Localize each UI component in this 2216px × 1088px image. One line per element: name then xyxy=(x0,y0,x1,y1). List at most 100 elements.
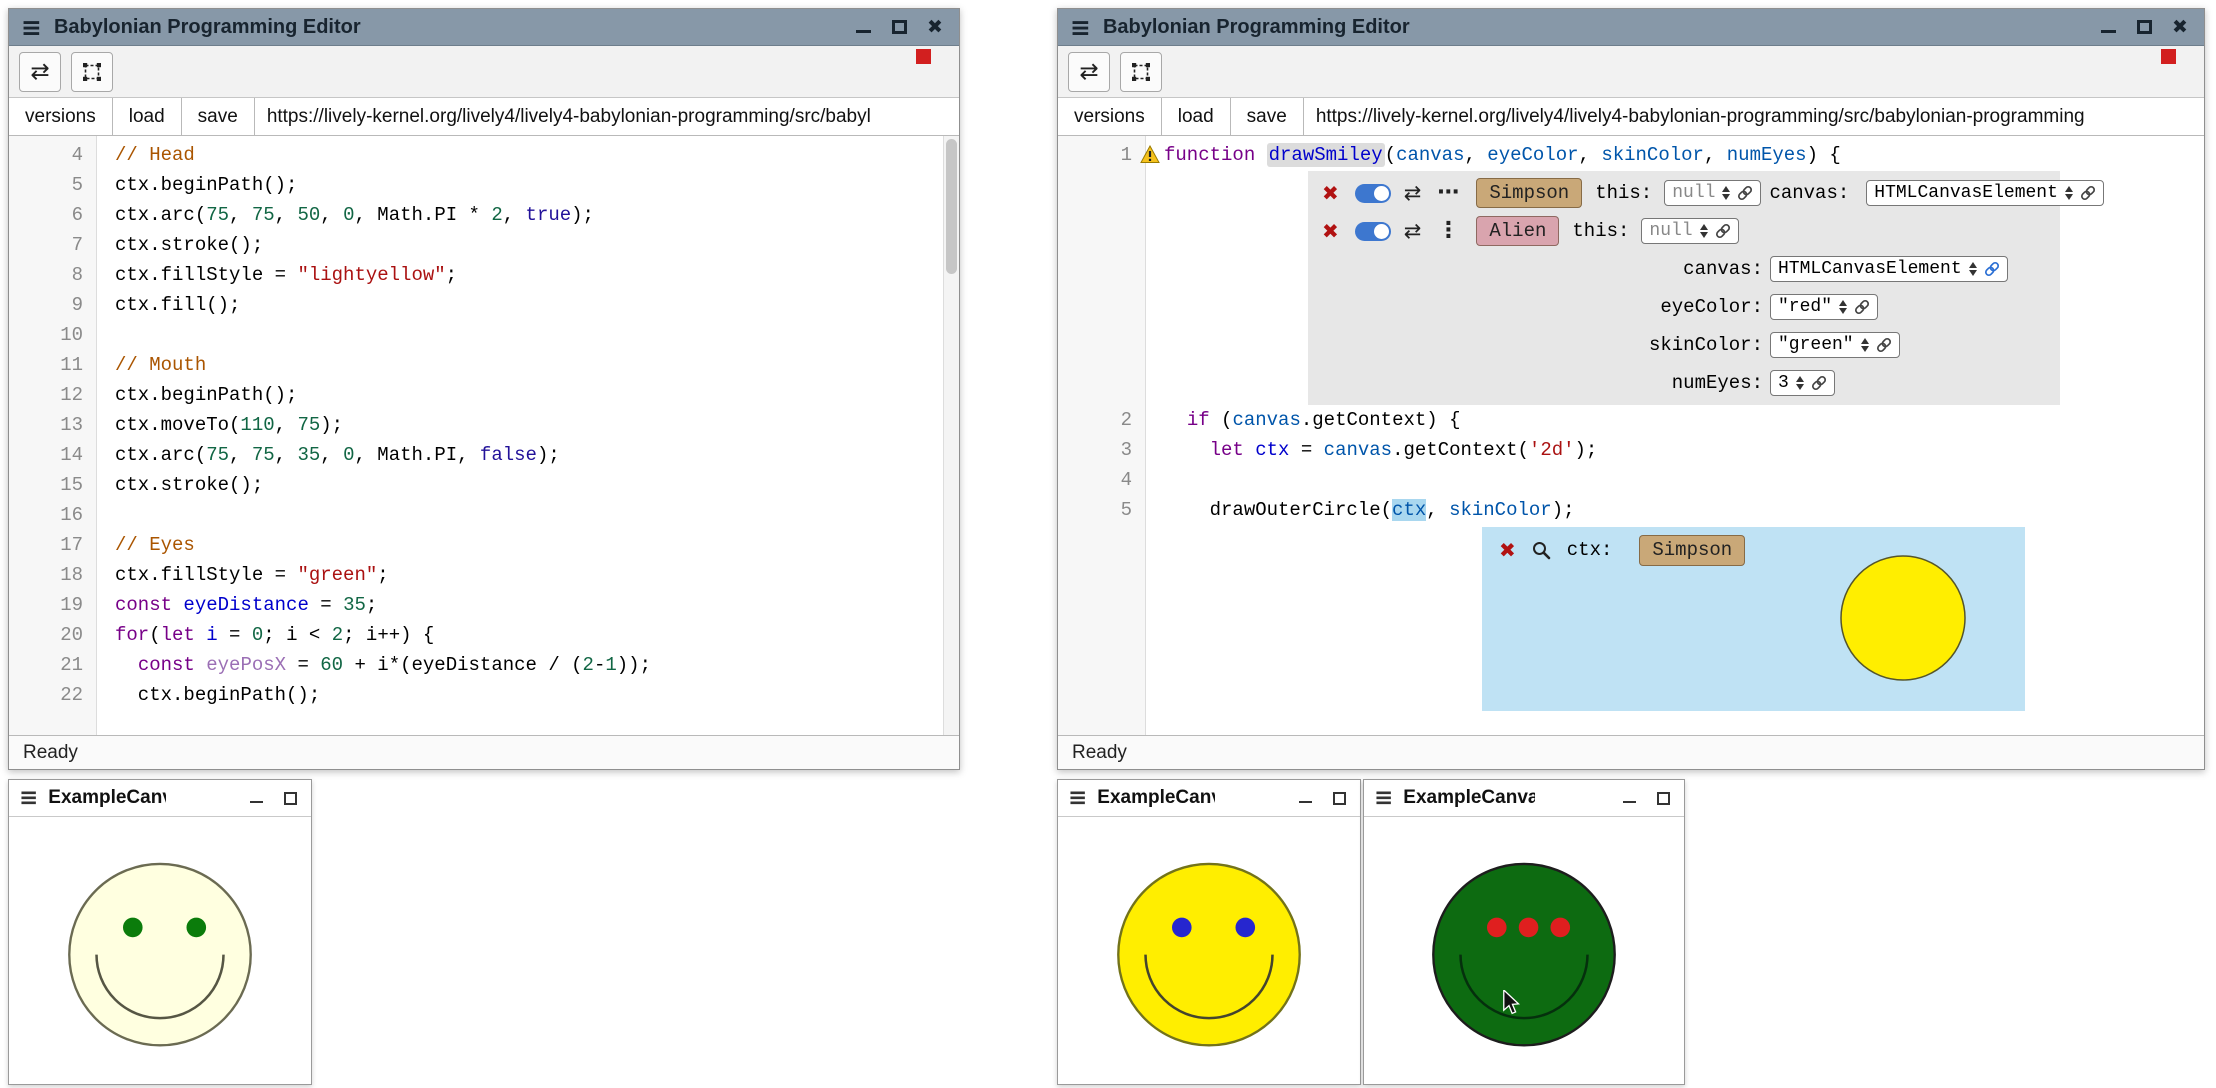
code-text[interactable] xyxy=(1146,465,1164,495)
code-text[interactable]: ctx.arc(75, 75, 50, 0, Math.PI * 2, true… xyxy=(97,200,594,230)
code-block[interactable]: 2 if (canvas.getContext) {3 let ctx = ca… xyxy=(1058,405,2204,525)
line-number[interactable]: 8 xyxy=(9,260,97,290)
url-input[interactable]: https://lively-kernel.org/lively4/lively… xyxy=(1304,98,2204,135)
line-number[interactable]: 13 xyxy=(9,410,97,440)
remove-probe-icon[interactable]: ✖ xyxy=(1499,540,1516,560)
canvas-area[interactable] xyxy=(9,817,311,1084)
code-text[interactable]: ctx.fillStyle = "green"; xyxy=(97,560,389,590)
url-input[interactable]: https://lively-kernel.org/lively4/lively… xyxy=(255,98,959,135)
code-editor[interactable]: 4// Head5ctx.beginPath();6ctx.arc(75, 75… xyxy=(9,136,959,735)
code-line[interactable]: 5 drawOuterCircle(ctx, skinColor); xyxy=(1058,495,2204,525)
link-icon[interactable] xyxy=(1876,337,1892,353)
maximize-button[interactable] xyxy=(887,15,911,39)
save-button[interactable]: save xyxy=(182,98,255,135)
toggle-probes-button[interactable]: ⇄ xyxy=(1068,52,1110,92)
code-text[interactable] xyxy=(97,500,115,530)
versions-button[interactable]: versions xyxy=(1058,98,1162,135)
example-badge-simpson[interactable]: Simpson xyxy=(1476,178,1582,209)
code-line[interactable]: 16 xyxy=(9,500,959,530)
line-number[interactable]: 11 xyxy=(9,350,97,380)
example-badge-alien[interactable]: Alien xyxy=(1476,216,1559,247)
window-menu-icon[interactable]: ≡ xyxy=(21,15,42,40)
param-value-box[interactable]: HTMLCanvasElement xyxy=(1770,256,2008,282)
stepper-icon[interactable] xyxy=(1700,224,1708,238)
code-line[interactable]: 20for(let i = 0; i < 2; i++) { xyxy=(9,620,959,650)
code-line[interactable]: 9ctx.fill(); xyxy=(9,290,959,320)
link-icon[interactable] xyxy=(1811,375,1827,391)
swap-example-icon[interactable]: ⇄ xyxy=(1404,183,1422,204)
code-text[interactable]: ctx.moveTo(110, 75); xyxy=(97,410,343,440)
stepper-icon[interactable] xyxy=(1969,262,1977,276)
link-icon[interactable] xyxy=(1715,223,1731,239)
line-number[interactable]: 16 xyxy=(9,500,97,530)
more-options-icon[interactable]: ⋮ xyxy=(1437,220,1459,242)
line-number[interactable]: 18 xyxy=(9,560,97,590)
code-text[interactable]: ctx.stroke(); xyxy=(97,470,263,500)
close-button[interactable]: ✖ xyxy=(923,15,947,39)
link-icon[interactable] xyxy=(2080,185,2096,201)
warning-icon[interactable] xyxy=(1140,145,1160,164)
code-area[interactable]: 4// Head5ctx.beginPath();6ctx.arc(75, 75… xyxy=(9,136,959,735)
magnifier-icon[interactable] xyxy=(1531,540,1551,560)
window-titlebar[interactable]: ≡ Babylonian Programming Editor ✖ xyxy=(1058,9,2204,46)
code-line[interactable]: 22 ctx.beginPath(); xyxy=(9,680,959,710)
canvas-titlebar[interactable]: ≡ ExampleCanvas xyxy=(1058,780,1360,817)
line-number[interactable]: 20 xyxy=(9,620,97,650)
code-text[interactable]: ctx.arc(75, 75, 35, 0, Math.PI, false); xyxy=(97,440,560,470)
code-text[interactable]: ctx.fillStyle = "lightyellow"; xyxy=(97,260,457,290)
param-value-box-canvas[interactable]: HTMLCanvasElement xyxy=(1866,180,2104,206)
line-number[interactable]: 14 xyxy=(9,440,97,470)
code-line[interactable]: 5ctx.beginPath(); xyxy=(9,170,959,200)
code-text[interactable]: function drawSmiley(canvas, eyeColor, sk… xyxy=(1146,140,1841,170)
minimize-button[interactable] xyxy=(2096,15,2120,39)
line-number[interactable]: 7 xyxy=(9,230,97,260)
line-number[interactable]: 10 xyxy=(9,320,97,350)
remove-example-icon[interactable]: ✖ xyxy=(1322,183,1339,203)
code-block[interactable]: 1function drawSmiley(canvas, eyeColor, s… xyxy=(1058,140,2204,170)
select-region-button[interactable] xyxy=(71,52,113,92)
code-text[interactable]: drawOuterCircle(ctx, skinColor); xyxy=(1146,495,1575,525)
stepper-icon[interactable] xyxy=(1861,338,1869,352)
line-number[interactable]: 3 xyxy=(1058,435,1146,465)
code-text[interactable]: ctx.stroke(); xyxy=(97,230,263,260)
scrollbar-thumb[interactable] xyxy=(946,139,957,274)
link-icon[interactable] xyxy=(1854,299,1870,315)
line-number[interactable]: 17 xyxy=(9,530,97,560)
example-badge-simpson[interactable]: Simpson xyxy=(1639,535,1745,566)
window-menu-icon[interactable]: ≡ xyxy=(1070,15,1091,40)
code-line[interactable]: 19const eyeDistance = 35; xyxy=(9,590,959,620)
code-line[interactable]: 14ctx.arc(75, 75, 35, 0, Math.PI, false)… xyxy=(9,440,959,470)
example-enabled-toggle[interactable] xyxy=(1355,184,1391,203)
canvas-titlebar[interactable]: ≡ ExampleCanvas xyxy=(1364,780,1684,817)
param-value-box-this[interactable]: null xyxy=(1664,180,1761,206)
line-number[interactable]: 1 xyxy=(1058,140,1146,170)
toggle-probes-button[interactable]: ⇄ xyxy=(19,52,61,92)
select-region-button[interactable] xyxy=(1120,52,1162,92)
code-line[interactable]: 13ctx.moveTo(110, 75); xyxy=(9,410,959,440)
code-text[interactable]: ctx.beginPath(); xyxy=(97,680,320,710)
swap-example-icon[interactable]: ⇄ xyxy=(1404,221,1422,242)
line-number[interactable]: 19 xyxy=(9,590,97,620)
code-text[interactable]: const eyeDistance = 35; xyxy=(97,590,377,620)
line-number[interactable]: 4 xyxy=(9,140,97,170)
code-line[interactable]: 1function drawSmiley(canvas, eyeColor, s… xyxy=(1058,140,2204,170)
more-options-icon[interactable]: ⋯ xyxy=(1437,182,1459,204)
maximize-button[interactable] xyxy=(1328,787,1350,809)
code-text[interactable]: // Head xyxy=(97,140,195,170)
code-line[interactable]: 3 let ctx = canvas.getContext('2d'); xyxy=(1058,435,2204,465)
canvas-area[interactable] xyxy=(1364,817,1684,1084)
canvas-titlebar[interactable]: ≡ ExampleCanvas xyxy=(9,780,311,817)
line-number[interactable]: 15 xyxy=(9,470,97,500)
code-text[interactable]: if (canvas.getContext) { xyxy=(1146,405,1461,435)
code-line[interactable]: 12ctx.beginPath(); xyxy=(9,380,959,410)
vertical-scrollbar[interactable] xyxy=(943,136,959,735)
line-number[interactable]: 4 xyxy=(1058,465,1146,495)
link-icon-active[interactable] xyxy=(1984,261,2000,277)
code-text[interactable]: ctx.beginPath(); xyxy=(97,170,297,200)
link-icon[interactable] xyxy=(1737,185,1753,201)
code-line[interactable]: 21 const eyePosX = 60 + i*(eyeDistance /… xyxy=(9,650,959,680)
param-value-box[interactable]: 3 xyxy=(1770,370,1835,396)
code-text[interactable]: for(let i = 0; i < 2; i++) { xyxy=(97,620,434,650)
param-value-box[interactable]: "red" xyxy=(1770,294,1878,320)
code-line[interactable]: 6ctx.arc(75, 75, 50, 0, Math.PI * 2, tru… xyxy=(9,200,959,230)
